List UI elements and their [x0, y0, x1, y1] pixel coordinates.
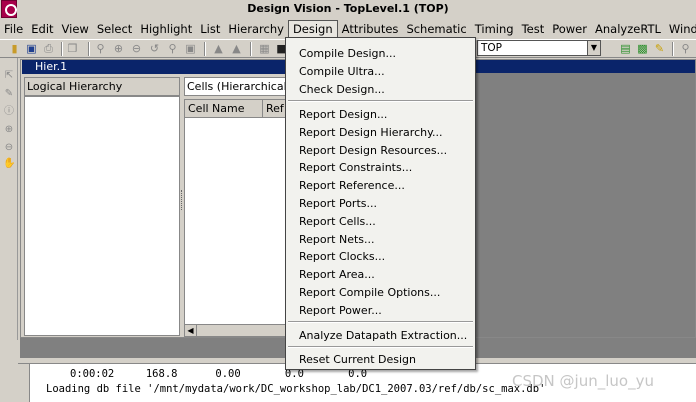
zoom-in-icon[interactable]: ⊕ — [3, 124, 15, 136]
menu-separator — [288, 321, 473, 323]
open-folder-icon[interactable]: ▮ — [8, 42, 21, 55]
schematic-area — [474, 73, 695, 337]
menu-item-analyze-datapath[interactable]: Analyze Datapath Extraction... — [299, 329, 467, 342]
menu-edit[interactable]: Edit — [27, 20, 57, 38]
console-line: Loading db file '/mnt/mydata/work/DC_wor… — [46, 383, 546, 395]
horizontal-scrollbar[interactable]: ◀ — [185, 324, 293, 336]
zoom-box-icon[interactable]: ⚲ — [166, 42, 179, 55]
zoom-icon[interactable]: ⚲ — [679, 42, 692, 55]
design-menu-dropdown: Compile Design... Compile Ultra... Check… — [285, 37, 476, 370]
toolbar-separator — [250, 42, 252, 56]
watermark: CSDN @jun_luo_yu — [512, 372, 654, 390]
toolbar-separator — [88, 42, 90, 56]
panel-splitter[interactable] — [181, 190, 183, 210]
zoom-fit-icon[interactable]: ⚲ — [94, 42, 107, 55]
menu-item-report-design[interactable]: Report Design... — [299, 108, 387, 121]
menu-item-compile-ultra[interactable]: Compile Ultra... — [299, 65, 385, 78]
menu-hierarchy[interactable]: Hierarchy — [224, 20, 288, 38]
menu-analyzertl[interactable]: AnalyzeRTL — [591, 20, 665, 38]
menu-item-report-constraints[interactable]: Report Constraints... — [299, 161, 412, 174]
menu-power[interactable]: Power — [548, 20, 591, 38]
menu-separator — [288, 100, 473, 102]
logical-hierarchy-header: Logical Hierarchy — [24, 77, 180, 96]
menu-list[interactable]: List — [196, 20, 224, 38]
menu-item-check-design[interactable]: Check Design... — [299, 83, 385, 96]
console-gutter — [18, 364, 30, 402]
pointer-icon[interactable]: ⇱ — [3, 70, 15, 82]
copy-icon[interactable]: ❐ — [66, 42, 79, 55]
menu-view[interactable]: View — [58, 20, 93, 38]
schematic-icon[interactable]: ▦ — [258, 42, 271, 55]
path-icon[interactable]: ▩ — [636, 42, 649, 55]
menu-item-report-cells[interactable]: Report Cells... — [299, 215, 376, 228]
hand-icon[interactable]: ✋ — [3, 158, 15, 170]
zoom-in-icon[interactable]: ⊕ — [112, 42, 125, 55]
zoom-out-icon[interactable]: ⊖ — [130, 42, 143, 55]
menu-select[interactable]: Select — [93, 20, 136, 38]
pop-up-icon[interactable]: ▲ — [230, 42, 243, 55]
menu-separator — [288, 346, 473, 348]
save-icon[interactable]: ▣ — [25, 42, 38, 55]
side-toolbar: ⇱ ✎ ⓘ ⊕ ⊖ ✋ — [0, 58, 18, 340]
menu-item-compile-design[interactable]: Compile Design... — [299, 47, 396, 60]
menu-item-report-ports[interactable]: Report Ports... — [299, 197, 377, 210]
menu-attributes[interactable]: Attributes — [338, 20, 403, 38]
menu-item-report-reference[interactable]: Report Reference... — [299, 179, 405, 192]
menu-schematic[interactable]: Schematic — [402, 20, 470, 38]
menu-item-report-compile-options[interactable]: Report Compile Options... — [299, 286, 440, 299]
toolbar-separator — [672, 42, 674, 56]
zoom-out-icon[interactable]: ⊖ — [3, 142, 15, 154]
menu-item-report-area[interactable]: Report Area... — [299, 268, 375, 281]
zoom-prev-icon[interactable]: ↺ — [148, 42, 161, 55]
scroll-left-icon[interactable]: ◀ — [185, 325, 197, 336]
menu-item-reset-current-design[interactable]: Reset Current Design — [299, 353, 416, 366]
print-icon[interactable]: ⎙ — [42, 42, 55, 55]
title-bar: Design Vision - TopLevel.1 (TOP) — [0, 0, 696, 19]
design-select-value: TOP — [481, 42, 503, 54]
histogram-icon[interactable]: ▤ — [619, 42, 632, 55]
window-title: Design Vision - TopLevel.1 (TOP) — [247, 2, 449, 15]
menu-item-report-design-hierarchy[interactable]: Report Design Hierarchy... — [299, 126, 443, 139]
menu-item-report-nets[interactable]: Report Nets... — [299, 233, 375, 246]
logical-hierarchy-tree[interactable] — [24, 96, 180, 336]
chevron-down-icon[interactable]: ▼ — [587, 41, 600, 55]
info-icon[interactable]: ⓘ — [3, 106, 15, 118]
menu-bar: File Edit View Select Highlight List Hie… — [0, 19, 696, 39]
toolbar-separator — [61, 42, 63, 56]
menu-highlight[interactable]: Highlight — [136, 20, 196, 38]
menu-test[interactable]: Test — [518, 20, 549, 38]
menu-design[interactable]: Design — [287, 20, 338, 38]
zoom-sel-icon[interactable]: ▣ — [184, 42, 197, 55]
toolbar-separator — [204, 42, 206, 56]
menu-item-report-power[interactable]: Report Power... — [299, 304, 382, 317]
cells-view-combo[interactable]: Cells (Hierarchical) — [184, 77, 294, 96]
menu-file[interactable]: File — [0, 20, 27, 38]
menu-item-report-clocks[interactable]: Report Clocks... — [299, 250, 385, 263]
design-select[interactable]: TOP ▼ — [477, 40, 601, 56]
pencil-icon[interactable]: ✎ — [3, 88, 15, 100]
push-up-icon[interactable]: ▲ — [212, 42, 225, 55]
menu-item-report-design-resources[interactable]: Report Design Resources... — [299, 144, 447, 157]
analyze-icon[interactable]: ✎ — [653, 42, 666, 55]
cells-table[interactable]: Cell Name Ref ◀ — [184, 99, 294, 337]
menu-timing[interactable]: Timing — [471, 20, 518, 38]
menu-window[interactable]: Window — [665, 20, 696, 38]
column-header-cell-name[interactable]: Cell Name — [185, 100, 263, 118]
